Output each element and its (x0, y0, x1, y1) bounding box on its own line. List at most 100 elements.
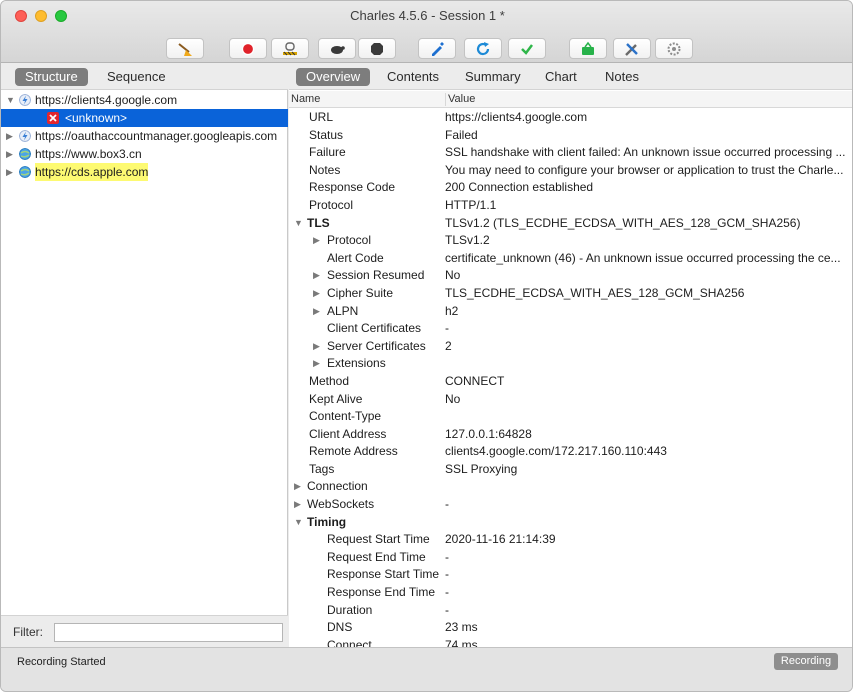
table-row[interactable]: ▶ Session Resumed No (289, 267, 852, 285)
table-row[interactable]: Status Failed (289, 127, 852, 145)
validate-button[interactable] (508, 38, 546, 59)
disclosure-closed-icon[interactable]: ▶ (6, 127, 13, 145)
host-tree: ▼ https://clients4.google.com <unknown> … (1, 91, 288, 181)
tab-summary[interactable]: Summary (455, 68, 531, 86)
breakpoints-button[interactable] (318, 38, 356, 59)
table-row[interactable]: Alert Code certificate_unknown (46) - An … (289, 250, 852, 268)
table-row[interactable]: Failure SSL handshake with client failed:… (289, 144, 852, 162)
table-row[interactable]: ▶ Cipher Suite TLS_ECDHE_ECDSA_WITH_AES_12… (289, 285, 852, 303)
shop-button[interactable] (569, 38, 607, 59)
table-row[interactable]: Response Code 200 Connection established (289, 179, 852, 197)
disclosure-closed-icon[interactable]: ▶ (313, 285, 320, 303)
disclosure-closed-icon[interactable]: ▶ (6, 145, 13, 163)
tab-contents[interactable]: Contents (377, 68, 449, 86)
charles-window: Charles 4.5.6 - Session 1 * Structure Se… (0, 0, 853, 692)
compose-button[interactable] (418, 38, 456, 59)
table-row[interactable]: ▼ Timing (289, 514, 852, 532)
tab-overview[interactable]: Overview (296, 68, 371, 86)
tools-button[interactable] (613, 38, 651, 59)
property-value: No (445, 268, 461, 283)
table-row[interactable]: Content-Type (289, 408, 852, 426)
table-row[interactable]: ▶ Protocol TLSv1.2 (289, 232, 852, 250)
globe-icon (19, 148, 31, 160)
tab-chart[interactable]: Chart (535, 68, 587, 86)
disclosure-closed-icon[interactable]: ▶ (313, 355, 320, 373)
property-value: You may need to configure your browser o… (445, 162, 844, 177)
disclosure-open-icon[interactable]: ▼ (294, 215, 303, 233)
table-row[interactable]: Response Start Time - (289, 566, 852, 584)
disclosure-closed-icon[interactable]: ▶ (294, 496, 301, 514)
table-row[interactable]: Remote Address clients4.google.com/172.21… (289, 443, 852, 461)
recording-badge[interactable]: Recording (774, 653, 838, 670)
property-name: Timing (307, 514, 347, 529)
property-value: 200 Connection established (445, 180, 594, 195)
table-row[interactable]: ▶ WebSockets - (289, 496, 852, 514)
property-name: Connect (327, 637, 372, 647)
tree-item-box3[interactable]: ▶ https://www.box3.cn (1, 145, 288, 163)
settings-button[interactable] (655, 38, 693, 59)
disclosure-open-icon[interactable]: ▼ (6, 91, 15, 109)
property-name: Failure (309, 145, 346, 160)
structure-panel: Structure Sequence ▼ https://clients4.go… (1, 63, 288, 647)
table-row[interactable]: Request Start Time 2020-11-16 21:14:39 (289, 531, 852, 549)
tab-notes[interactable]: Notes (595, 68, 649, 86)
repeat-button[interactable] (464, 38, 502, 59)
disclosure-closed-icon[interactable]: ▶ (294, 478, 301, 496)
property-value: TLSv1.2 (445, 233, 490, 248)
disclosure-closed-icon[interactable]: ▶ (6, 163, 13, 181)
right-tab-bar: Overview Contents Summary Chart Notes (289, 63, 852, 90)
status-bar: Recording Started Recording (1, 647, 852, 691)
tree-item-unknown[interactable]: <unknown> (1, 109, 288, 127)
property-value: - (445, 321, 449, 336)
table-row[interactable]: Request End Time - (289, 549, 852, 567)
disclosure-open-icon[interactable]: ▼ (294, 514, 303, 532)
property-value: clients4.google.com/172.217.160.110:443 (445, 444, 667, 459)
column-header-value[interactable]: Value (445, 93, 475, 106)
lightning-icon (19, 94, 31, 106)
table-row[interactable]: Duration - (289, 602, 852, 620)
table-row[interactable]: Tags SSL Proxying (289, 461, 852, 479)
disclosure-closed-icon[interactable]: ▶ (313, 267, 320, 285)
tree-item-oauth[interactable]: ▶ https://oauthaccountmanager.googleapis… (1, 127, 288, 145)
table-row[interactable]: ▶ ALPN h2 (289, 303, 852, 321)
disclosure-closed-icon[interactable]: ▶ (313, 232, 320, 250)
table-row[interactable]: URL https://clients4.google.com (289, 109, 852, 127)
tab-sequence[interactable]: Sequence (97, 68, 176, 86)
tab-structure[interactable]: Structure (15, 68, 88, 86)
column-header-name[interactable]: Name (291, 93, 320, 105)
table-row[interactable]: Kept Alive No (289, 391, 852, 409)
table-row[interactable]: ▶ Connection (289, 478, 852, 496)
clear-session-button[interactable] (166, 38, 204, 59)
property-name: WebSockets (307, 497, 375, 512)
table-row[interactable]: Client Address 127.0.0.1:64828 (289, 426, 852, 444)
table-row[interactable]: Notes You may need to configure your brow… (289, 162, 852, 180)
stop-button[interactable] (358, 38, 396, 59)
property-value: certificate_unknown (46) - An unknown is… (445, 250, 841, 265)
record-button[interactable] (229, 38, 267, 59)
disclosure-closed-icon[interactable]: ▶ (313, 338, 320, 356)
table-row[interactable]: ▼ TLS TLSv1.2 (TLS_ECDHE_ECDSA_WITH_AES_12… (289, 215, 852, 233)
table-row[interactable]: Response End Time - (289, 584, 852, 602)
table-row[interactable]: Client Certificates - (289, 320, 852, 338)
property-name: URL (309, 110, 334, 124)
property-name: Connection (307, 479, 368, 494)
table-row[interactable]: Method CONNECT (289, 373, 852, 391)
filter-input[interactable] (54, 623, 283, 642)
table-row[interactable]: ▶ Extensions (289, 355, 852, 373)
title-bar: Charles 4.5.6 - Session 1 * (1, 1, 852, 63)
tree-item-label: https://cds.apple.com (35, 163, 149, 181)
property-value: 74 ms (445, 637, 478, 647)
property-value: TLS_ECDHE_ECDSA_WITH_AES_128_GCM_SHA256 (445, 285, 745, 300)
table-row[interactable]: Protocol HTTP/1.1 (289, 197, 852, 215)
tree-item-clients4[interactable]: ▼ https://clients4.google.com (1, 91, 288, 109)
tree-item-label: https://oauthaccountmanager.googleapis.c… (35, 129, 278, 143)
table-row[interactable]: DNS 23 ms (289, 619, 852, 637)
throttle-button[interactable] (271, 38, 309, 59)
property-name: Extensions (327, 356, 386, 371)
property-value: - (445, 549, 449, 564)
tree-item-cds-apple[interactable]: ▶ https://cds.apple.com (1, 163, 288, 181)
table-row[interactable]: Connect 74 ms (289, 637, 852, 647)
property-name: Response Start Time (327, 567, 440, 582)
table-row[interactable]: ▶ Server Certificates 2 (289, 338, 852, 356)
disclosure-closed-icon[interactable]: ▶ (313, 303, 320, 321)
